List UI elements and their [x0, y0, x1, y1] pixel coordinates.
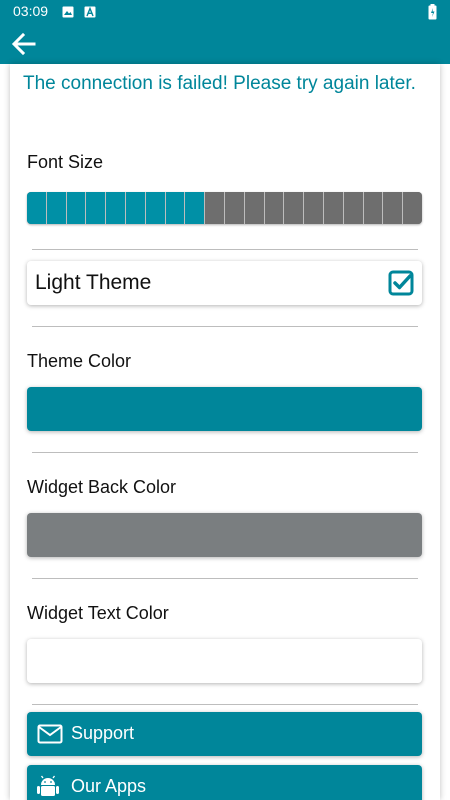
divider	[32, 578, 418, 579]
font-size-segment[interactable]	[145, 192, 166, 224]
font-size-slider[interactable]	[27, 192, 422, 224]
divider	[32, 249, 418, 250]
checkbox-checked-icon[interactable]	[388, 270, 414, 296]
battery-icon	[428, 4, 437, 20]
support-button[interactable]: Support	[27, 712, 422, 756]
font-size-segment[interactable]	[403, 192, 422, 224]
divider	[32, 452, 418, 453]
status-bar: 03:09	[0, 0, 450, 24]
font-size-segment[interactable]	[86, 192, 107, 224]
font-icon	[84, 6, 96, 18]
font-size-segment[interactable]	[27, 192, 47, 224]
font-size-segment[interactable]	[284, 192, 305, 224]
widget-back-color-swatch[interactable]	[27, 513, 422, 557]
font-size-segment[interactable]	[323, 192, 344, 224]
status-time: 03:09	[13, 3, 49, 19]
font-size-segment[interactable]	[224, 192, 245, 224]
our-apps-button-label: Our Apps	[71, 776, 147, 796]
envelope-icon	[37, 724, 63, 744]
theme-color-swatch[interactable]	[27, 387, 422, 431]
settings-panel: The connection is failed! Please try aga…	[10, 64, 440, 800]
divider	[32, 704, 418, 705]
font-size-label: Font Size	[27, 152, 104, 172]
font-size-segment[interactable]	[304, 192, 324, 224]
font-size-segment[interactable]	[185, 192, 206, 224]
font-size-segment[interactable]	[66, 192, 87, 224]
font-size-segment[interactable]	[363, 192, 384, 224]
support-button-label: Support	[71, 723, 135, 743]
our-apps-button[interactable]: Our Apps	[27, 765, 422, 800]
font-size-segment[interactable]	[244, 192, 265, 224]
theme-color-label: Theme Color	[27, 351, 132, 371]
light-theme-toggle[interactable]: Light Theme	[27, 261, 422, 305]
font-size-segment[interactable]	[165, 192, 186, 224]
arrow-left-icon[interactable]	[8, 28, 40, 60]
error-message: The connection is failed! Please try aga…	[23, 73, 416, 94]
light-theme-label: Light Theme	[35, 271, 152, 294]
font-size-segment[interactable]	[343, 192, 364, 224]
font-size-segment[interactable]	[205, 192, 225, 224]
image-icon	[62, 6, 74, 18]
divider	[32, 326, 418, 327]
android-icon	[37, 775, 59, 796]
app-bar	[0, 24, 450, 64]
font-size-segment[interactable]	[106, 192, 126, 224]
font-size-segment[interactable]	[383, 192, 404, 224]
font-size-segment[interactable]	[125, 192, 146, 224]
widget-text-color-label: Widget Text Color	[27, 603, 169, 623]
widget-text-color-swatch[interactable]	[27, 639, 422, 683]
font-size-segment[interactable]	[264, 192, 285, 224]
font-size-segment[interactable]	[46, 192, 67, 224]
widget-back-color-label: Widget Back Color	[27, 477, 177, 497]
